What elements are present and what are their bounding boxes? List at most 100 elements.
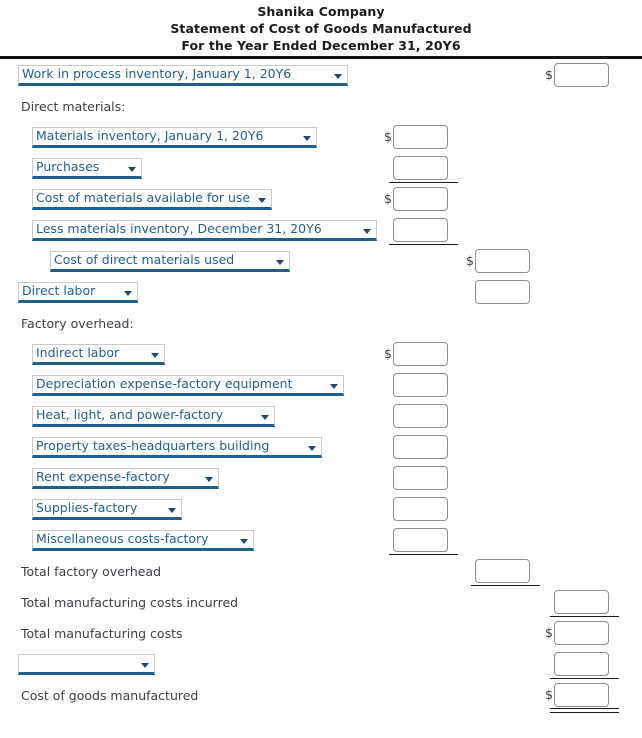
amount-cell-col1: $ (384, 528, 448, 552)
row-label-cell: Purchases (32, 153, 142, 184)
account-select-rent-expense-factory[interactable]: Rent expense-factory (32, 468, 219, 489)
statement-row: Materials inventory, January 1, 20Y6 $ (0, 122, 642, 153)
amount-input-deduction-line[interactable] (554, 652, 609, 676)
statement-row: Property taxes-headquarters building $ (0, 432, 642, 463)
chevron-down-icon (141, 662, 149, 668)
amount-cell-col1: $ (384, 435, 448, 459)
currency-symbol: $ (384, 129, 392, 144)
amount-cell-col1: $ (384, 404, 448, 428)
account-select-work-in-process-beginning[interactable]: Work in process inventory, January 1, 20… (18, 65, 348, 86)
amount-input-heat-light-and-power-factory[interactable] (393, 404, 448, 428)
amount-cell-col3: $ (545, 683, 609, 707)
subtotal-rule (389, 182, 458, 183)
amount-input-materials-inventory-beginning[interactable] (393, 125, 448, 149)
amount-input-total-manufacturing-costs-incurred[interactable] (554, 590, 609, 614)
statement-row: Total manufacturing costs $ (0, 618, 642, 649)
currency-symbol: $ (545, 687, 553, 702)
amount-cell-col3: $ (545, 63, 609, 87)
account-select-supplies-factory[interactable]: Supplies-factory (32, 499, 182, 520)
statement-row: Heat, light, and power-factory $ (0, 401, 642, 432)
amount-input-total-factory-overhead[interactable] (475, 559, 530, 583)
amount-input-cost-of-goods-manufactured[interactable] (554, 683, 609, 707)
statement-row: Total manufacturing costs incurred $ (0, 587, 642, 618)
row-label-total-factory-overhead: Total factory overhead (21, 563, 162, 579)
chevron-down-icon (363, 228, 371, 234)
statement-row: Depreciation expense-factory equipment $ (0, 370, 642, 401)
account-select-cost-of-materials-available[interactable]: Cost of materials available for use (32, 189, 272, 210)
amount-input-cost-of-direct-materials-used[interactable] (475, 249, 530, 273)
statement-row: Direct labor $ (0, 277, 642, 308)
account-select-label: Materials inventory, January 1, 20Y6 (36, 127, 264, 143)
account-select-heat-light-and-power-factory[interactable]: Heat, light, and power-factory (32, 406, 275, 427)
account-select-cost-of-direct-materials-used[interactable]: Cost of direct materials used (50, 251, 290, 272)
amount-input-direct-labor[interactable] (475, 280, 530, 304)
chevron-down-icon (303, 135, 311, 141)
subtotal-rule (471, 585, 540, 586)
amount-input-cost-of-materials-available[interactable] (393, 187, 448, 211)
amount-input-rent-expense-factory[interactable] (393, 466, 448, 490)
account-select-less-materials-inventory-ending[interactable]: Less materials inventory, December 31, 2… (32, 220, 377, 241)
row-label-total-manufacturing-costs: Total manufacturing costs (21, 625, 183, 641)
currency-symbol: $ (384, 533, 393, 547)
statement-title: Statement of Cost of Goods Manufactured (170, 21, 472, 36)
amount-cell-col2: $ (466, 249, 530, 273)
amount-input-indirect-labor[interactable] (393, 342, 448, 366)
account-select-direct-labor[interactable]: Direct labor (18, 282, 138, 303)
currency-symbol: $ (545, 595, 554, 609)
chevron-down-icon (205, 476, 213, 482)
account-select-deduction-line[interactable] (18, 654, 155, 675)
amount-cell-col2: $ (466, 280, 530, 304)
row-label-cell: Direct labor (18, 277, 138, 308)
account-select-indirect-labor[interactable]: Indirect labor (32, 344, 165, 365)
currency-symbol: $ (384, 378, 393, 392)
statement-row: Total factory overhead $ (0, 556, 642, 587)
currency-symbol: $ (384, 223, 393, 237)
currency-symbol: $ (466, 253, 474, 268)
amount-cell-col3: $ (545, 652, 609, 676)
amount-input-less-materials-inventory-ending[interactable] (393, 218, 448, 242)
account-select-miscellaneous-costs-factory[interactable]: Miscellaneous costs-factory (32, 530, 254, 551)
subtotal-rule (550, 678, 619, 679)
account-select-depreciation-expense-factory-equipment[interactable]: Depreciation expense-factory equipment (32, 375, 344, 396)
amount-cell-col1: $ (384, 373, 448, 397)
row-label-cell: Heat, light, and power-factory (32, 401, 275, 432)
row-label-cell: Materials inventory, January 1, 20Y6 (32, 122, 317, 153)
statement-row: Less materials inventory, December 31, 2… (0, 215, 642, 246)
amount-cell-col1: $ (384, 342, 448, 366)
amount-cell-col3: $ (545, 590, 609, 614)
account-select-materials-inventory-beginning[interactable]: Materials inventory, January 1, 20Y6 (32, 127, 317, 148)
statement-row: Miscellaneous costs-factory $ (0, 525, 642, 556)
row-label-cell: Work in process inventory, January 1, 20… (18, 60, 348, 91)
amount-input-purchases[interactable] (393, 156, 448, 180)
row-label-cell: Cost of direct materials used (50, 246, 290, 277)
amount-cell-col1: $ (384, 187, 448, 211)
row-label-cell: Indirect labor (32, 339, 165, 370)
amount-input-miscellaneous-costs-factory[interactable] (393, 528, 448, 552)
currency-symbol: $ (466, 285, 475, 299)
statement-row: Supplies-factory $ (0, 494, 642, 525)
account-select-label: Cost of materials available for use (36, 189, 251, 205)
amount-input-supplies-factory[interactable] (393, 497, 448, 521)
currency-symbol: $ (384, 502, 393, 516)
account-select-label: Indirect labor (36, 344, 120, 360)
company-name: Shanika Company (257, 4, 385, 19)
subtotal-rule (550, 616, 619, 617)
account-select-purchases[interactable]: Purchases (32, 158, 142, 179)
row-label-cell: Less materials inventory, December 31, 2… (32, 215, 377, 246)
account-select-label: Depreciation expense-factory equipment (36, 375, 293, 391)
row-label-cell: Property taxes-headquarters building (32, 432, 322, 463)
statement-row: $ (0, 649, 642, 680)
amount-input-total-manufacturing-costs[interactable] (554, 621, 609, 645)
amount-input-work-in-process-beginning[interactable] (554, 63, 609, 87)
row-label-cell: Depreciation expense-factory equipment (32, 370, 344, 401)
account-select-property-taxes-headquarters-building[interactable]: Property taxes-headquarters building (32, 437, 322, 458)
statement-row: Cost of direct materials used $ (0, 246, 642, 277)
row-label-cell: Factory overhead: (21, 308, 134, 339)
account-select-label: Cost of direct materials used (54, 251, 235, 267)
amount-input-depreciation-expense-factory-equipment[interactable] (393, 373, 448, 397)
row-label-cell: Miscellaneous costs-factory (32, 525, 254, 556)
row-label-cell: Total manufacturing costs incurred (21, 587, 238, 618)
statement-row: Indirect labor $ (0, 339, 642, 370)
row-label-cell: Cost of materials available for use (32, 184, 272, 215)
amount-input-property-taxes-headquarters-building[interactable] (393, 435, 448, 459)
